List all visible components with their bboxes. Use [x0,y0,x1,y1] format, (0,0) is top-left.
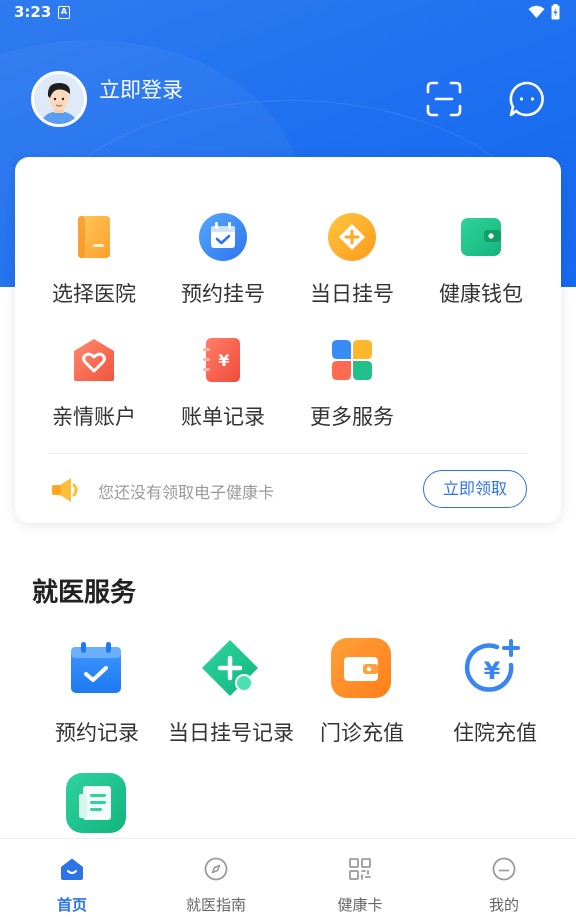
bill-icon: ¥ [203,338,240,382]
diamond-plus-icon [328,213,376,261]
service-label: 预约记录 [55,721,139,745]
service-label: 门诊充值 [320,721,404,745]
card-divider [48,453,528,454]
more-services-icon [332,340,372,380]
quick-action-label: 更多服务 [310,405,394,429]
family-heart-icon [74,339,114,381]
quick-action-label: 选择医院 [52,282,136,306]
battery-icon [551,4,560,20]
service-label: 当日挂号记录 [168,721,294,745]
home-screen: 3:23 A 立即登录 选择医院 预约挂号 当日挂号 健康钱包 亲情账户 ¥ 账… [0,0,576,920]
nav-label: 就医指南 [185,896,246,914]
claim-now-button[interactable]: 立即领取 [423,470,527,508]
wallet-icon [461,218,501,256]
quick-action-label: 账单记录 [181,405,265,429]
hospital-book-icon [78,216,110,258]
quick-action-label: 健康钱包 [439,282,523,306]
quick-action-label: 预约挂号 [181,282,265,306]
service-label: 住院充值 [453,721,537,745]
qr-card-icon [349,858,371,880]
message-icon[interactable] [508,80,546,118]
same-day-record-icon [202,640,258,696]
nav-medical-guide[interactable]: 就医指南 [144,839,288,920]
svg-text:¥: ¥ [218,351,229,370]
profile-icon [492,857,516,881]
inpatient-recharge-icon: ¥ [464,639,520,692]
quick-action-label: 当日挂号 [310,282,394,306]
nav-label: 健康卡 [337,896,383,914]
svg-text:¥: ¥ [484,657,501,685]
quick-action-label: 亲情账户 [52,405,136,429]
outpatient-recharge-icon [331,638,391,698]
status-time: 3:23 [14,3,52,21]
health-card-notice: 您还没有领取电子健康卡 [98,483,275,502]
speaker-icon [52,478,78,502]
home-icon [61,858,83,880]
nav-profile[interactable]: 我的 [432,839,576,920]
nav-health-card[interactable]: 健康卡 [288,839,432,920]
document-list-icon [66,773,126,833]
bottom-navigation: 首页 就医指南 健康卡 我的 [0,838,576,920]
quick-actions-card: 选择医院 预约挂号 当日挂号 健康钱包 亲情账户 ¥ 账单记录 更多服务 您还没… [15,157,561,523]
notification-icon: A [58,6,70,19]
avatar[interactable] [31,71,87,127]
login-link[interactable]: 立即登录 [99,74,183,104]
wifi-icon [528,5,545,18]
calendar-check-icon [199,213,247,261]
scan-icon[interactable] [425,80,463,118]
status-bar: 3:23 A [0,0,576,26]
section-title: 就医服务 [32,578,137,608]
nav-label: 首页 [56,896,87,914]
nav-home[interactable]: 首页 [0,839,144,920]
appointment-record-icon [71,642,121,693]
nav-label: 我的 [488,896,519,914]
compass-icon [204,857,228,881]
